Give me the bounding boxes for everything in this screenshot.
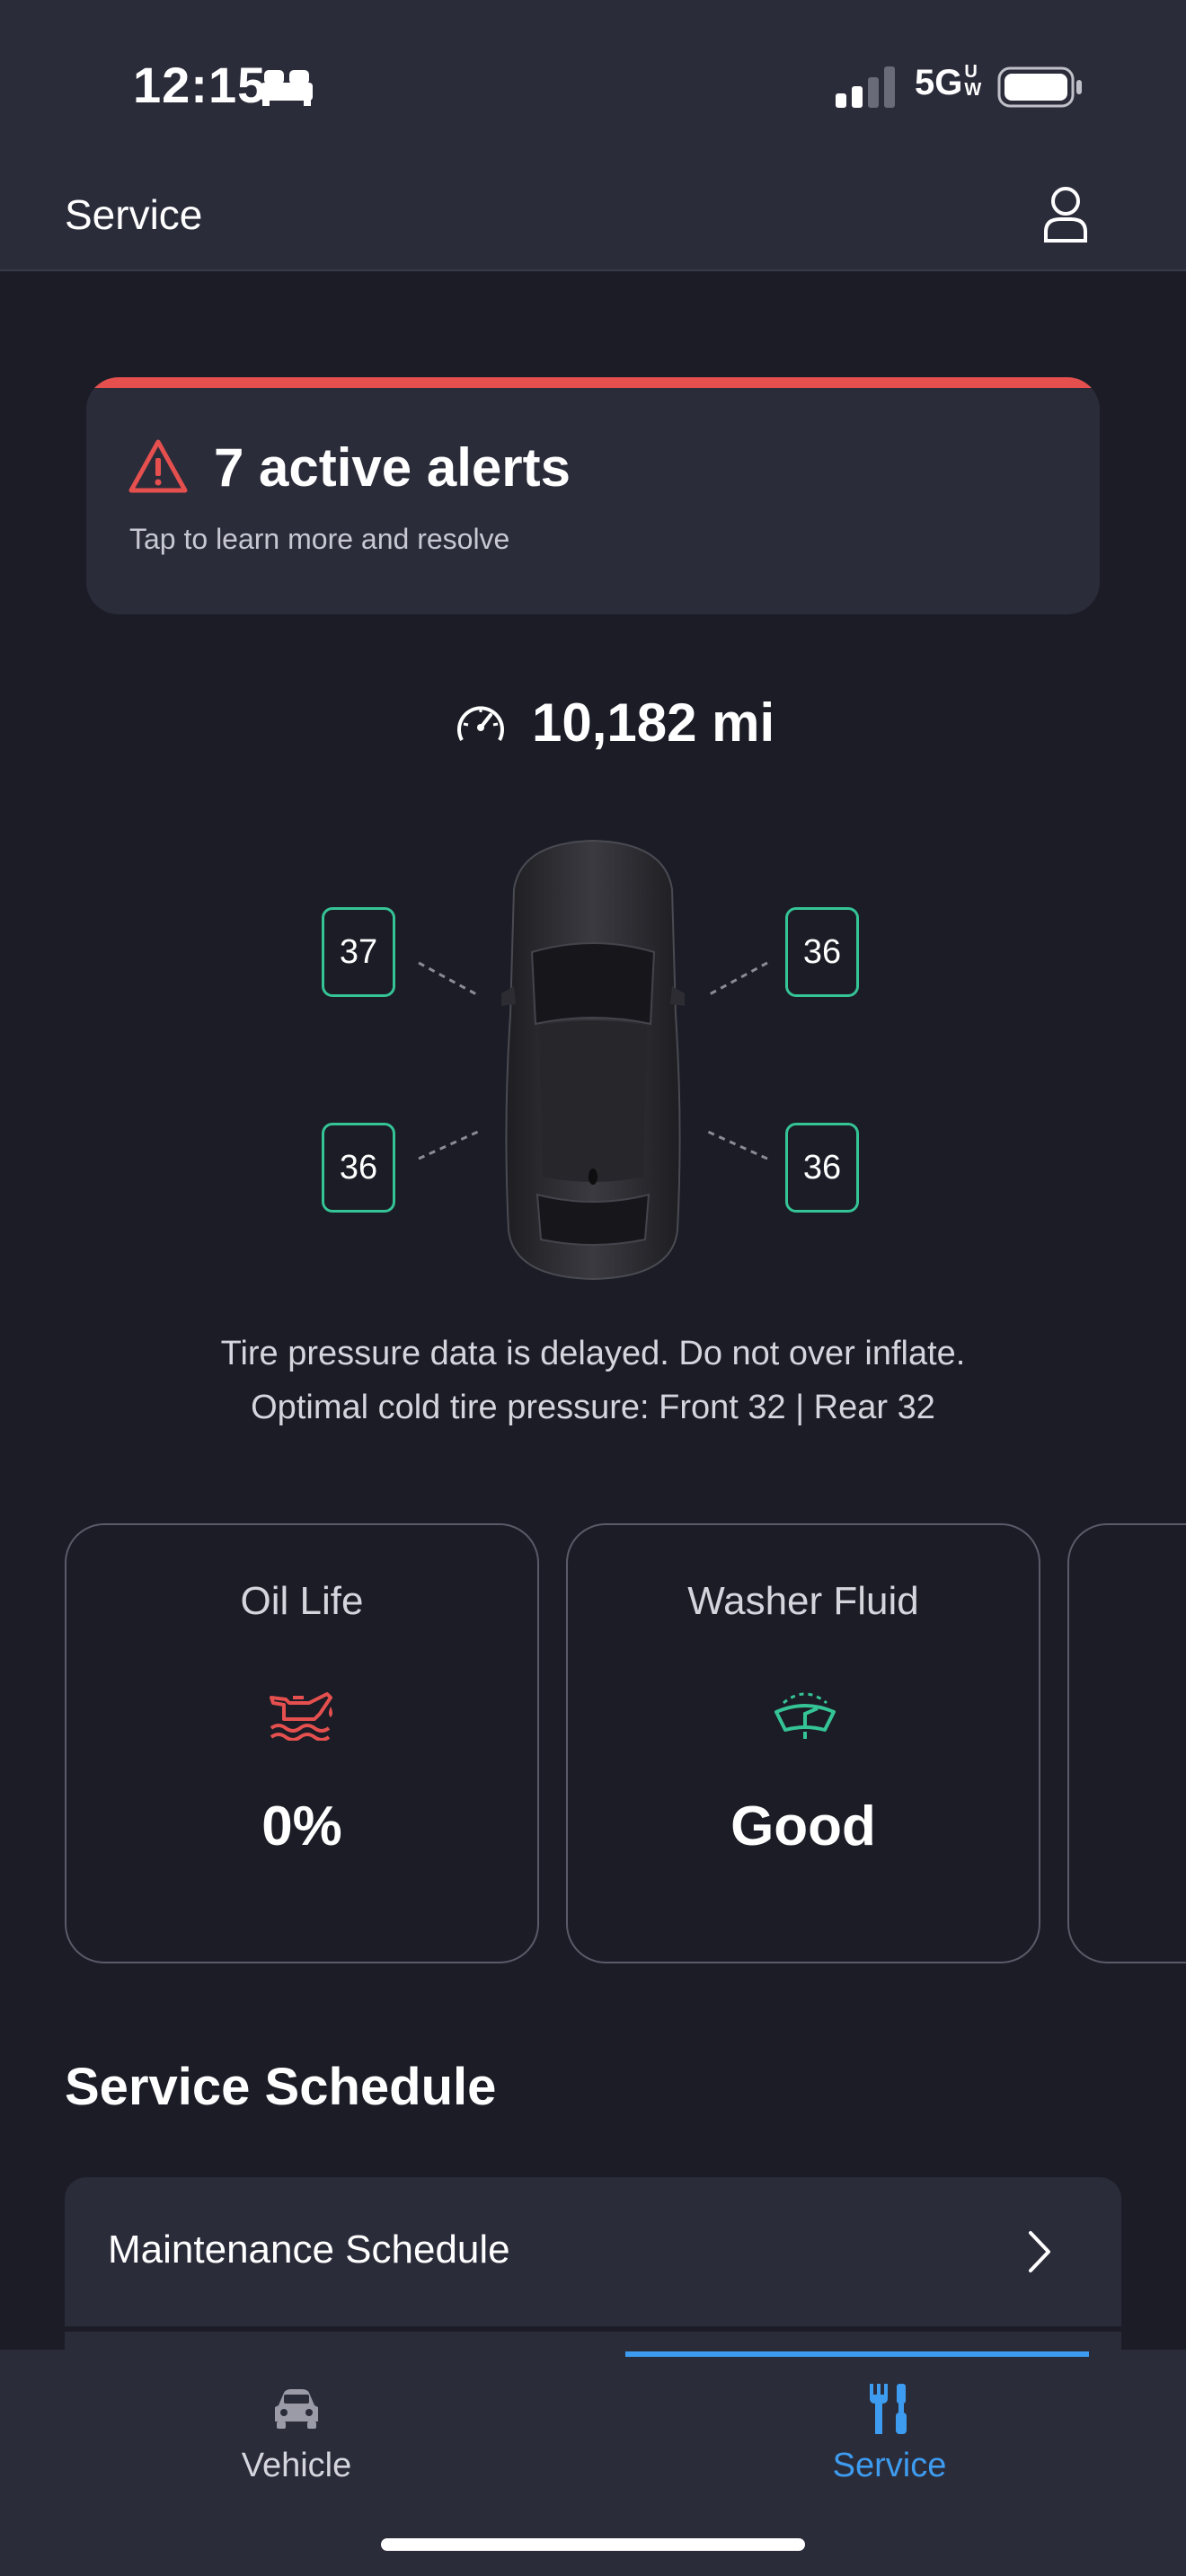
tab-vehicle[interactable]: Vehicle — [0, 2350, 593, 2502]
home-indicator[interactable] — [381, 2538, 805, 2551]
tire-pressure-rear-left: 36 — [322, 1123, 395, 1213]
signal-icon — [836, 66, 895, 108]
tire-pressure-front-right: 36 — [785, 907, 859, 997]
washer-fluid-icon — [774, 1692, 836, 1739]
tire-delay-note: Tire pressure data is delayed. Do not ov… — [220, 1335, 966, 1372]
car-icon — [275, 2389, 318, 2429]
tab-service[interactable]: Service — [593, 2350, 1186, 2502]
car-topdown-image — [501, 839, 685, 1281]
active-tab-indicator — [625, 2351, 1089, 2357]
status-cards-carousel[interactable]: Oil Life 0% Washer Fluid Good — [0, 1523, 1186, 1967]
next-status-card-peek[interactable] — [1067, 1523, 1186, 1963]
tab-label-service: Service — [832, 2447, 947, 2484]
page-title: Service — [65, 191, 203, 238]
tools-icon — [870, 2384, 907, 2434]
tire-pressure-rear-right: 36 — [785, 1123, 859, 1213]
network-label: 5G UW — [915, 62, 982, 102]
card-label: Washer Fluid — [687, 1579, 919, 1623]
alerts-card[interactable]: 7 active alerts Tap to learn more and re… — [86, 377, 1100, 614]
tire-pressure-front-left: 37 — [322, 907, 395, 997]
washer-fluid-value: Good — [730, 1795, 876, 1857]
alerts-title: 7 active alerts — [214, 437, 571, 498]
tab-label-vehicle: Vehicle — [241, 2447, 352, 2484]
profile-icon[interactable] — [1042, 185, 1089, 244]
oil-life-value: 0% — [261, 1795, 342, 1857]
optimal-pressure-note: Optimal cold tire pressure: Front 32 | R… — [251, 1389, 935, 1426]
odometer-value: 10,182 mi — [532, 693, 775, 753]
app-header: Service — [0, 171, 1186, 271]
alerts-subtitle: Tap to learn more and resolve — [129, 523, 510, 555]
maintenance-schedule-row[interactable]: Maintenance Schedule — [65, 2177, 1121, 2326]
chevron-right-icon — [1029, 2231, 1050, 2272]
status-time: 12:15 — [133, 57, 267, 113]
tab-bar: Vehicle Service — [0, 2350, 1186, 2576]
row-label: Maintenance Schedule — [108, 2228, 510, 2272]
speedometer-icon — [457, 706, 504, 741]
section-title-service-schedule: Service Schedule — [65, 2058, 497, 2116]
washer-fluid-card[interactable]: Washer Fluid Good — [566, 1523, 1040, 1963]
oil-life-card[interactable]: Oil Life 0% — [65, 1523, 539, 1963]
card-label: Oil Life — [240, 1579, 364, 1623]
status-bar: 12:15 5G UW — [0, 0, 1186, 171]
alert-strip — [86, 377, 1100, 388]
oil-can-icon — [270, 1692, 332, 1741]
battery-icon — [997, 66, 1082, 108]
next-list-row-peek[interactable] — [65, 2332, 1121, 2350]
bed-icon — [261, 70, 313, 106]
warning-icon — [128, 439, 188, 493]
